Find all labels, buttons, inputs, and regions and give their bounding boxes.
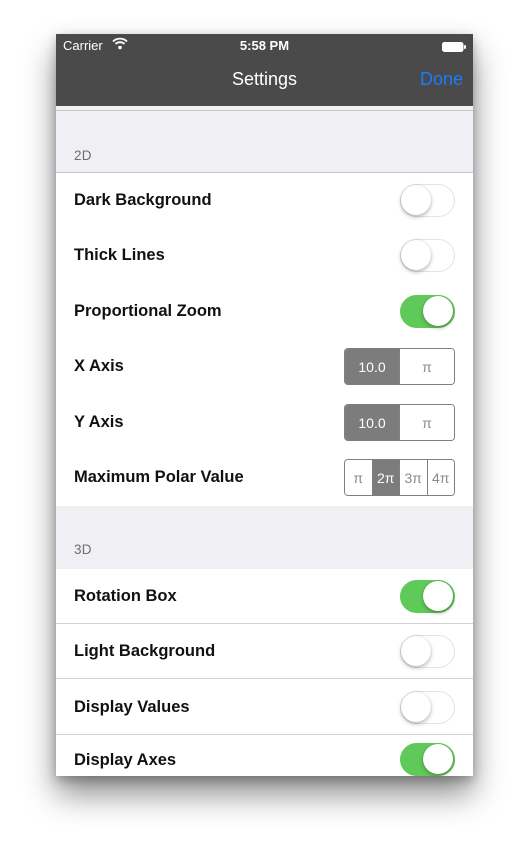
toggle-knob [401,185,431,215]
rotation-box-label: Rotation Box [74,587,177,605]
toggle-knob [423,581,453,611]
display-values-row: Display Values [56,680,473,735]
x-axis-option[interactable]: π [399,349,454,384]
x-axis-option[interactable]: 10.0 [345,349,399,384]
display-values-label: Display Values [74,698,190,716]
settings-table[interactable]: 2D Dark Background Thick Lines Proportio… [56,106,473,776]
light-background-label: Light Background [74,642,216,660]
max-polar-row: Maximum Polar Value π 2π 3π 4π [56,450,473,505]
divider [56,678,473,679]
dark-background-toggle[interactable] [400,184,455,217]
max-polar-option[interactable]: 4π [426,460,454,495]
y-axis-segmented-control: 10.0 π [344,404,455,441]
section-header-3d: 3D [74,542,92,557]
y-axis-row: Y Axis 10.0 π [56,395,473,450]
navigation-bar: Settings Done [56,56,473,107]
status-time: 5:58 PM [239,38,290,53]
toggle-knob [423,296,453,326]
y-axis-option[interactable]: 10.0 [345,405,399,440]
page-title: Settings [231,69,298,89]
x-axis-label: X Axis [74,357,124,375]
rotation-box-row: Rotation Box [56,569,473,624]
y-axis-label: Y Axis [74,413,124,431]
dark-background-label: Dark Background [74,191,212,209]
rotation-box-toggle[interactable] [400,580,455,613]
x-axis-segmented-control: 10.0 π [344,348,455,385]
done-button[interactable]: Done [420,69,463,90]
proportional-zoom-toggle[interactable] [400,295,455,328]
toggle-knob [401,692,431,722]
max-polar-option[interactable]: π [345,460,372,495]
thick-lines-row: Thick Lines [56,228,473,283]
display-axes-toggle[interactable] [400,743,455,776]
max-polar-label: Maximum Polar Value [74,468,244,486]
thick-lines-label: Thick Lines [74,246,165,264]
thick-lines-toggle[interactable] [400,239,455,272]
battery-icon [442,40,466,52]
proportional-zoom-row: Proportional Zoom [56,284,473,339]
display-values-toggle[interactable] [400,691,455,724]
toggle-knob [401,636,431,666]
section-3d-group: Rotation Box Light Background Display Va… [56,569,473,776]
display-axes-label: Display Axes [74,751,177,769]
x-axis-row: X Axis 10.0 π [56,339,473,394]
max-polar-segmented-control: π 2π 3π 4π [344,459,455,496]
proportional-zoom-label: Proportional Zoom [74,302,222,320]
section-2d-group: Dark Background Thick Lines Proportional… [56,173,473,506]
light-background-row: Light Background [56,624,473,679]
phone-screen: Carrier 5:58 PM Settings Done 2D Dark Ba… [56,34,473,776]
max-polar-option[interactable]: 3π [399,460,427,495]
section-header-2d: 2D [74,148,92,163]
divider [56,110,473,111]
toggle-knob [423,744,453,774]
display-axes-row: Display Axes [56,735,473,776]
light-background-toggle[interactable] [400,635,455,668]
status-bar: Carrier 5:58 PM [56,34,473,56]
max-polar-option[interactable]: 2π [371,460,399,495]
toggle-knob [401,240,431,270]
y-axis-option[interactable]: π [399,405,454,440]
dark-background-row: Dark Background [56,173,473,228]
